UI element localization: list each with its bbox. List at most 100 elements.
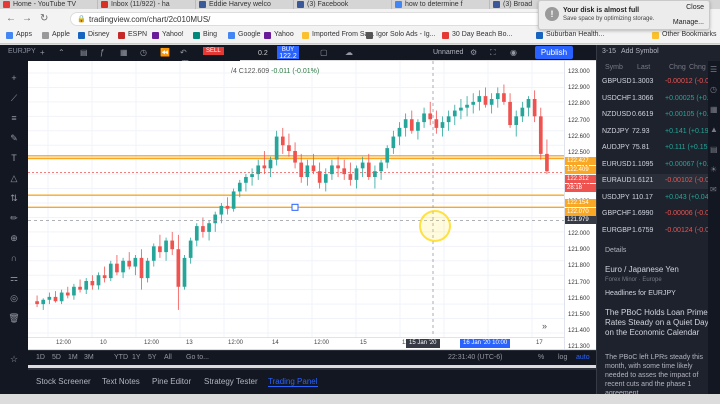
chart-type-icon[interactable]: ▤: [80, 48, 88, 57]
notification-close-button[interactable]: Close: [686, 4, 704, 11]
bookmark-item[interactable]: Yahoo!: [152, 31, 184, 39]
reload-icon[interactable]: ↻: [40, 13, 48, 24]
browser-tab[interactable]: (3) Facebook: [294, 0, 392, 9]
price-axis[interactable]: 123.000 122.900 122.800 122.700 122.600 122.5…: [564, 61, 596, 349]
chat-icon[interactable]: ✉: [710, 185, 717, 194]
fib-icon[interactable]: ≡: [8, 113, 20, 123]
settings-icon[interactable]: ⚙: [470, 48, 477, 57]
watchlist-column-header[interactable]: Last: [637, 64, 650, 71]
bookmark-item[interactable]: 30 Day Beach Bo...: [442, 31, 512, 39]
back-icon[interactable]: ←: [6, 13, 16, 24]
notification-manage-button[interactable]: Manage...: [673, 19, 704, 26]
bottom-tab[interactable]: Strategy Tester: [204, 377, 258, 386]
range-button[interactable]: 5Y: [148, 354, 157, 361]
bottom-tab[interactable]: Trading Panel: [268, 377, 318, 387]
buy-button[interactable]: BUY 122.2: [277, 46, 299, 60]
symbol-search[interactable]: EURJPY: [8, 48, 36, 55]
time-axis[interactable]: 12:001012:001312:001412:001512:001715 Ja…: [28, 337, 564, 349]
watchlist-timeframe[interactable]: 3-15: [602, 48, 616, 55]
scale-option[interactable]: auto: [576, 354, 590, 361]
bookmark-item[interactable]: Other Bookmarks: [652, 31, 716, 39]
range-button[interactable]: 1M: [68, 354, 78, 361]
prediction-icon[interactable]: ⇅: [8, 193, 20, 204]
undo-icon[interactable]: ↶: [180, 48, 187, 57]
interval-icon[interactable]: ⌃: [58, 48, 65, 57]
layout-icon[interactable]: ▢: [320, 48, 328, 57]
scale-option[interactable]: log: [558, 354, 567, 361]
sell-button[interactable]: SELL: [203, 47, 224, 55]
templates-icon[interactable]: ▦: [120, 48, 128, 57]
bookmark-item[interactable]: Imported From Sa...: [302, 31, 374, 39]
browser-tab[interactable]: how to determine f: [392, 0, 490, 9]
trendline-icon[interactable]: ⟋: [8, 93, 20, 104]
crosshair-icon[interactable]: +: [8, 73, 20, 83]
indicators-icon[interactable]: ƒ: [100, 48, 104, 57]
ideas-icon[interactable]: ☀: [710, 165, 717, 174]
hide-drawings-icon[interactable]: ◎: [8, 293, 20, 304]
alert-icon[interactable]: ◷: [140, 48, 147, 57]
bookmark-item[interactable]: Bing: [193, 31, 217, 39]
save-icon[interactable]: ☁: [345, 48, 353, 57]
trash-drawings-icon[interactable]: 🗑: [8, 313, 20, 324]
magnet-icon[interactable]: ∩: [8, 253, 20, 263]
data-window-icon[interactable]: ▦: [710, 105, 718, 114]
scroll-right-icon[interactable]: »: [542, 321, 547, 331]
watchlist-icon[interactable]: ☰: [710, 65, 717, 74]
watchlist-row[interactable]: EURAUD 1.6121 -0.00102 (-0.0: [597, 174, 720, 189]
browser-tab[interactable]: Inbox (11/922) - ha: [98, 0, 196, 9]
camera-icon[interactable]: ◉: [510, 48, 517, 57]
range-button[interactable]: 1Y: [132, 354, 141, 361]
hotlist-icon[interactable]: ▲: [710, 125, 718, 134]
bookmark-item[interactable]: ESPN: [118, 31, 147, 39]
headlines-label[interactable]: Headlines for EURJPY: [605, 290, 676, 297]
range-button[interactable]: 3M: [84, 354, 94, 361]
favorites-icon[interactable]: ☆: [8, 354, 20, 365]
bookmark-item[interactable]: Apple: [42, 31, 70, 39]
headline-title[interactable]: The PBoC Holds Loan Prime Rates Steady o…: [605, 308, 717, 338]
bookmark-item[interactable]: Suburban Health...: [536, 31, 604, 39]
bottom-tab[interactable]: Stock Screener: [36, 377, 91, 386]
plus-icon[interactable]: +: [40, 48, 45, 57]
watchlist-row[interactable]: USDJPY 110.17 +0.043 (+0.04: [597, 191, 720, 206]
add-symbol-button[interactable]: Add Symbol: [621, 48, 659, 55]
replay-icon[interactable]: ⏪: [160, 48, 170, 57]
ruler-icon[interactable]: ✏: [8, 213, 20, 224]
url-field[interactable]: 🔒 tradingview.com/chart/2c010MUS/: [70, 12, 590, 26]
alerts-icon[interactable]: ◷: [710, 85, 717, 94]
bottom-tab[interactable]: Pine Editor: [152, 377, 191, 386]
fullscreen-icon[interactable]: ⛶: [490, 48, 496, 58]
watchlist-row[interactable]: NZDUSD 0.6619 +0.00105 (+0.1: [597, 108, 720, 123]
lock-drawings-icon[interactable]: ⚎: [8, 273, 20, 284]
layout-name[interactable]: Unnamed: [433, 49, 463, 56]
bookmark-item[interactable]: Yahoo: [264, 31, 294, 39]
bottom-tab[interactable]: Text Notes: [102, 377, 140, 386]
bookmark-item[interactable]: Disney: [78, 31, 109, 39]
range-button[interactable]: YTD: [114, 354, 128, 361]
watchlist-row[interactable]: EURUSD 1.1095 +0.00067 (+0.0: [597, 158, 720, 173]
watchlist-column-header[interactable]: Symb: [605, 64, 623, 71]
bookmark-item[interactable]: Apps: [6, 31, 32, 39]
watchlist-row[interactable]: AUDJPY 75.81 +0.111 (+0.15: [597, 141, 720, 156]
watchlist-row[interactable]: EURGBP 1.6759 -0.00124 (-0.0: [597, 224, 720, 239]
brush-icon[interactable]: ✎: [8, 133, 20, 144]
forward-icon[interactable]: →: [22, 13, 32, 24]
watchlist-row[interactable]: NZDJPY 72.93 +0.141 (+0.19: [597, 125, 720, 140]
chart-pane[interactable]: »: [28, 61, 564, 349]
bookmark-item[interactable]: Igor Solo Ads - Ig...: [366, 31, 436, 39]
scale-option[interactable]: %: [538, 354, 544, 361]
browser-tab[interactable]: Home - YouTube TV: [0, 0, 98, 9]
pattern-icon[interactable]: △: [8, 173, 20, 184]
calendar-icon[interactable]: ▤: [710, 145, 718, 154]
range-button[interactable]: 1D: [36, 354, 45, 361]
watchlist-row[interactable]: GBPUSD 1.3003 -0.00012 (-0.0: [597, 75, 720, 90]
zoom-in-icon[interactable]: ⊕: [8, 233, 20, 244]
bookmark-item[interactable]: Google: [228, 31, 261, 39]
range-button[interactable]: 5D: [52, 354, 61, 361]
text-icon[interactable]: T: [8, 153, 20, 163]
browser-tab[interactable]: Eddie Harvey welco: [196, 0, 294, 9]
watchlist-column-header[interactable]: Chng: [669, 64, 686, 71]
range-button[interactable]: Go to...: [186, 354, 209, 361]
watchlist-row[interactable]: USDCHF 1.3066 +0.00025 (+0.0: [597, 92, 720, 107]
details-section-label[interactable]: Details: [605, 247, 626, 254]
watchlist-row[interactable]: GBPCHF 1.6990 -0.00006 (-0.0: [597, 207, 720, 222]
